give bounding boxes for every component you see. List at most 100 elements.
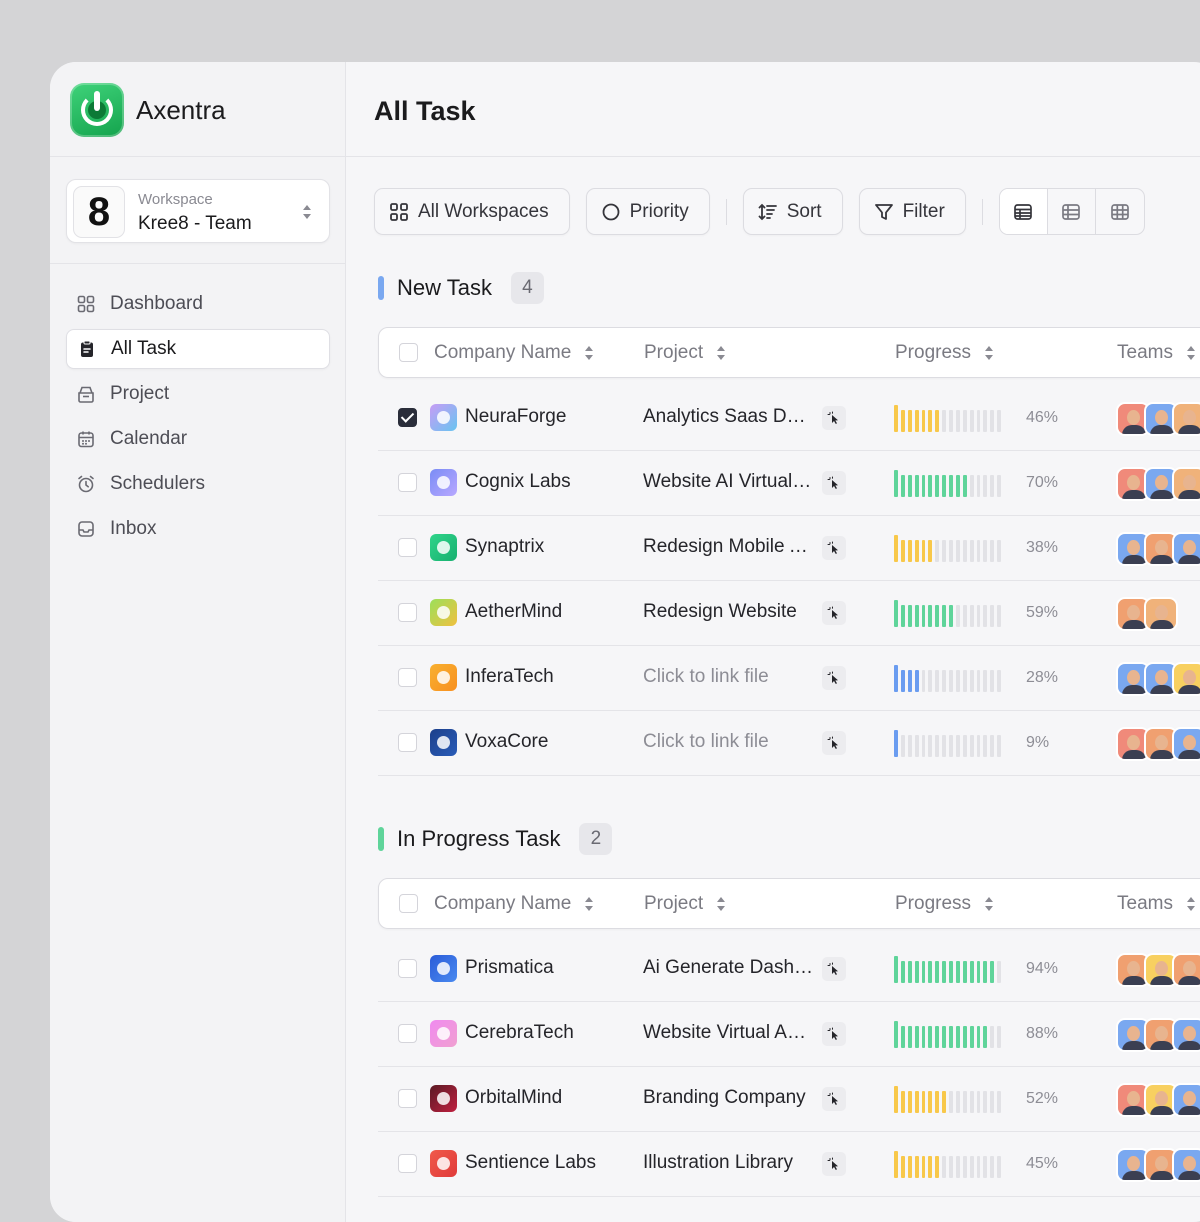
table-row[interactable]: CerebraTech Website Virtual Assistant 88% bbox=[378, 1002, 1200, 1067]
cursor-click-icon[interactable] bbox=[822, 1152, 846, 1176]
table-row[interactable]: AetherMind Redesign Website 59% bbox=[378, 581, 1200, 646]
sidebar-item-inbox[interactable]: Inbox bbox=[66, 509, 330, 549]
sidebar-item-label: Schedulers bbox=[110, 473, 206, 494]
progress-tick bbox=[969, 540, 974, 562]
row-checkbox[interactable] bbox=[398, 959, 417, 978]
column-progress[interactable]: Progress bbox=[895, 879, 994, 928]
row-checkbox[interactable] bbox=[398, 668, 417, 687]
progress-tick bbox=[949, 410, 953, 432]
sidebar-item-label: All Task bbox=[111, 338, 177, 359]
sidebar-item-project[interactable]: Project bbox=[66, 374, 330, 414]
cursor-click-icon[interactable] bbox=[822, 957, 846, 981]
progress-tick bbox=[900, 1091, 905, 1113]
progress-tick bbox=[921, 735, 926, 757]
progress-tick bbox=[935, 735, 940, 757]
avatar[interactable] bbox=[1172, 1083, 1200, 1117]
column-project[interactable]: Project bbox=[644, 879, 726, 928]
avatar[interactable] bbox=[1172, 532, 1200, 566]
table-row[interactable]: InferaTech Click to link file 28% bbox=[378, 646, 1200, 711]
progress-tick bbox=[955, 605, 960, 627]
column-company-name[interactable]: Company Name bbox=[434, 328, 594, 377]
progress-tick bbox=[949, 540, 953, 562]
company-name: VoxaCore bbox=[465, 731, 549, 752]
progress-tick bbox=[907, 1156, 912, 1178]
company-logo-icon bbox=[430, 1020, 457, 1047]
table-row[interactable]: Sentience Labs Illustration Library 45% bbox=[378, 1132, 1200, 1197]
progress-tick bbox=[983, 540, 988, 562]
cursor-click-icon[interactable] bbox=[822, 601, 846, 625]
sort-arrows-icon bbox=[717, 896, 726, 911]
row-checkbox[interactable] bbox=[398, 603, 417, 622]
table-header: Company Name Project Progress Teams bbox=[378, 878, 1200, 929]
sidebar-item-all-task[interactable]: All Task bbox=[66, 329, 330, 369]
cursor-click-icon[interactable] bbox=[822, 666, 846, 690]
progress-tick bbox=[955, 410, 960, 432]
avatar[interactable] bbox=[1144, 597, 1178, 631]
row-checkbox[interactable] bbox=[398, 473, 417, 492]
divider bbox=[346, 156, 1200, 157]
section-count-badge: 4 bbox=[510, 272, 544, 304]
inbox-icon bbox=[78, 521, 94, 537]
project-name[interactable]: Click to link file bbox=[643, 666, 815, 688]
avatar[interactable] bbox=[1172, 467, 1200, 501]
table-row[interactable]: Prismatica Ai Generate Dashboard 94% bbox=[378, 937, 1200, 1002]
progress-bar bbox=[894, 405, 1004, 432]
column-teams[interactable]: Teams bbox=[1117, 328, 1196, 377]
table-view-button[interactable] bbox=[999, 189, 1048, 234]
divider bbox=[50, 156, 346, 157]
progress-tick bbox=[907, 1091, 912, 1113]
priority-button[interactable]: Priority bbox=[585, 188, 710, 235]
cursor-click-icon[interactable] bbox=[822, 471, 846, 495]
table-row[interactable]: OrbitalMind Branding Company 52% bbox=[378, 1067, 1200, 1132]
progress-percent: 52% bbox=[1026, 1090, 1059, 1107]
progress-tick bbox=[907, 670, 912, 692]
progress-bar bbox=[894, 1151, 1004, 1178]
column-teams[interactable]: Teams bbox=[1117, 879, 1196, 928]
table-row[interactable]: Cognix Labs Website AI Virtual Assistant 7… bbox=[378, 451, 1200, 516]
table-row[interactable]: NeuraForge Analytics Saas Dashboard 46% bbox=[378, 386, 1200, 451]
row-checkbox[interactable] bbox=[398, 733, 417, 752]
cursor-click-icon[interactable] bbox=[822, 536, 846, 560]
column-project[interactable]: Project bbox=[644, 328, 726, 377]
project-name[interactable]: Click to link file bbox=[643, 731, 815, 753]
row-checkbox[interactable] bbox=[398, 1089, 417, 1108]
list-view-button[interactable] bbox=[1048, 189, 1096, 234]
table-row[interactable]: Synaptrix Redesign Mobile App 38% bbox=[378, 516, 1200, 581]
column-label: Company Name bbox=[434, 892, 572, 914]
row-checkbox[interactable] bbox=[398, 1024, 417, 1043]
brand[interactable]: Axentra bbox=[70, 83, 226, 137]
sidebar-item-schedulers[interactable]: Schedulers bbox=[66, 464, 330, 504]
cursor-click-icon[interactable] bbox=[822, 406, 846, 430]
sidebar-item-calendar[interactable]: Calendar bbox=[66, 419, 330, 459]
avatar[interactable] bbox=[1172, 1018, 1200, 1052]
progress-tick bbox=[914, 961, 919, 983]
cursor-click-icon[interactable] bbox=[822, 1022, 846, 1046]
row-checkbox[interactable] bbox=[398, 538, 417, 557]
select-all-checkbox[interactable] bbox=[399, 894, 418, 913]
cursor-click-icon[interactable] bbox=[822, 731, 846, 755]
row-checkbox[interactable] bbox=[398, 408, 417, 427]
avatar[interactable] bbox=[1172, 727, 1200, 761]
avatar[interactable] bbox=[1172, 662, 1200, 696]
column-company-name[interactable]: Company Name bbox=[434, 879, 594, 928]
table-row[interactable]: VoxaCore Click to link file 9% bbox=[378, 711, 1200, 776]
avatar[interactable] bbox=[1172, 402, 1200, 436]
progress-tick bbox=[955, 1026, 960, 1048]
row-checkbox[interactable] bbox=[398, 1154, 417, 1173]
avatar[interactable] bbox=[1172, 1148, 1200, 1182]
all-workspaces-button[interactable]: All Workspaces bbox=[374, 188, 570, 235]
filter-button[interactable]: Filter bbox=[858, 188, 966, 235]
sidebar-item-dashboard[interactable]: Dashboard bbox=[66, 284, 330, 324]
grid-view-button[interactable] bbox=[1096, 189, 1144, 234]
sort-button[interactable]: Sort bbox=[742, 188, 843, 235]
company-name: OrbitalMind bbox=[465, 1087, 563, 1108]
cursor-click-icon[interactable] bbox=[822, 1087, 846, 1111]
avatar[interactable] bbox=[1172, 953, 1200, 987]
column-label: Teams bbox=[1117, 892, 1173, 914]
progress-percent: 38% bbox=[1026, 539, 1059, 556]
company-logo-icon bbox=[430, 955, 457, 982]
select-all-checkbox[interactable] bbox=[399, 343, 418, 362]
column-progress[interactable]: Progress bbox=[895, 328, 994, 377]
workspace-switcher[interactable]: 8 Workspace Kree8 - Team bbox=[66, 179, 330, 243]
alarm-icon bbox=[78, 475, 94, 493]
